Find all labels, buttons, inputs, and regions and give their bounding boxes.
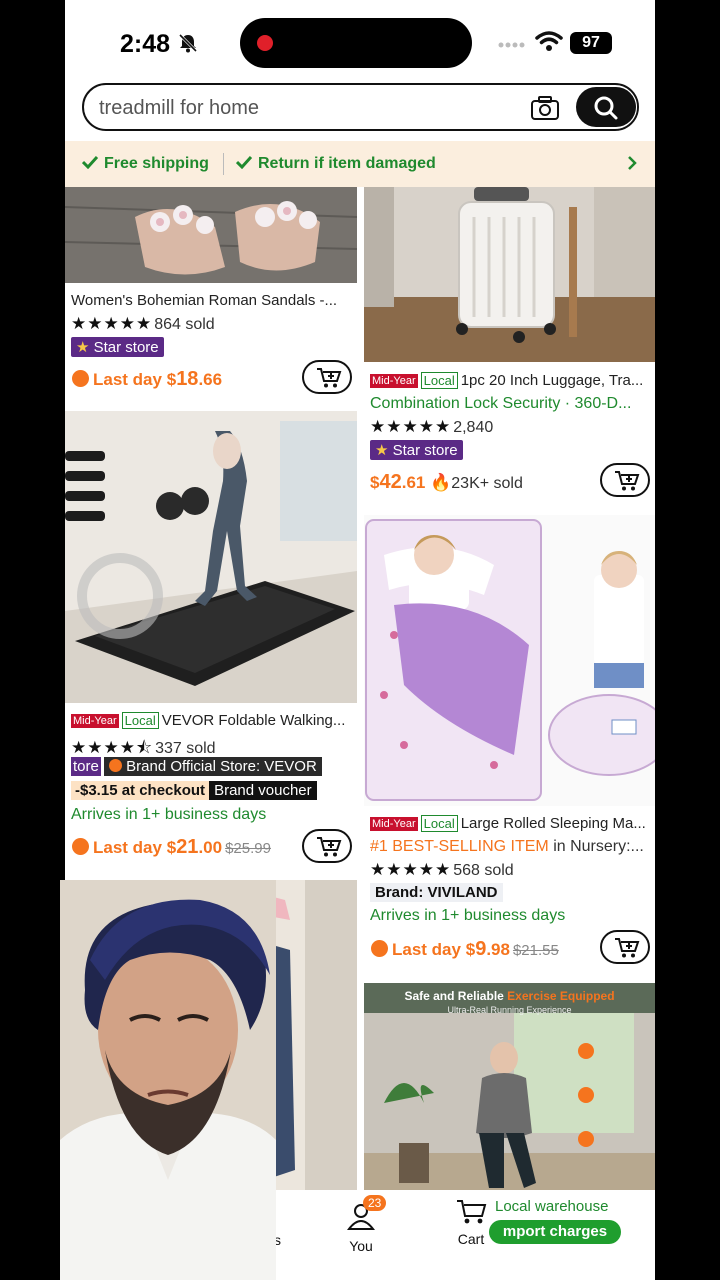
delivery-estimate: Arrives in 1+ business days — [370, 907, 566, 924]
treadmill-photo — [65, 411, 357, 703]
price-row: Last day $9.98 $21.55 — [371, 938, 559, 961]
product-image-luggage[interactable] — [364, 187, 655, 362]
brand-official-store-badge: Brand Official Store: VEVOR — [104, 757, 322, 776]
shipping-banner[interactable]: Free shipping Return if item damaged — [65, 141, 655, 187]
mid-year-tag: Mid-Year — [370, 374, 418, 388]
search-input[interactable]: treadmill for home — [99, 97, 259, 120]
price-row: Last day $21.00 $25.99 — [72, 836, 271, 859]
price-row: Last day $18.66 — [72, 368, 222, 391]
clock-icon — [72, 838, 89, 855]
status-bar: 2:48 97 — [65, 0, 655, 82]
cellular-signal-icon — [498, 42, 525, 48]
product-image-treadmill[interactable] — [65, 411, 357, 703]
recording-indicator — [257, 35, 273, 51]
product-title: Mid-Year Local VEVOR Foldable Walking... — [71, 712, 346, 729]
mid-year-tag: Mid-Year — [370, 817, 418, 831]
product-title: Mid-Year Local Large Rolled Sleeping Ma... — [370, 815, 646, 832]
star-store-badge: ★ Star store — [370, 440, 463, 460]
free-shipping-label: Free shipping — [82, 155, 209, 173]
promo-headline: Safe and Reliable Exercise Equipped — [404, 989, 615, 1003]
add-to-cart-button[interactable] — [302, 829, 352, 863]
search-icon — [594, 96, 618, 120]
product-image-sleeping-mat[interactable] — [364, 515, 655, 806]
star-store-badge: ★ Star store — [71, 337, 164, 357]
video-overlay-person — [60, 880, 276, 1280]
star-icon: ★ — [76, 339, 90, 356]
promo-subheadline: Ultra-Real Running Experience — [447, 1005, 572, 1015]
product-image-exercise[interactable]: Safe and Reliable Exercise Equipped Ultr… — [364, 983, 655, 1190]
bell-muted-icon — [178, 33, 198, 53]
banner-divider — [223, 153, 224, 175]
verified-icon — [109, 759, 122, 772]
chevron-right-icon[interactable] — [627, 155, 637, 171]
add-to-cart-button[interactable] — [302, 360, 352, 394]
search-bar[interactable]: treadmill for home — [82, 83, 639, 131]
flame-icon: 🔥 — [430, 473, 452, 492]
mid-year-tag: Mid-Year — [71, 714, 119, 728]
nav-you-tab[interactable]: 23 You — [333, 1195, 389, 1254]
add-cart-icon — [317, 368, 342, 388]
rating-stars: ★★★★★ 864 sold — [71, 314, 215, 333]
add-to-cart-button[interactable] — [600, 463, 650, 497]
battery-indicator: 97 — [570, 32, 612, 54]
local-tag: Local — [121, 712, 159, 729]
search-button[interactable] — [576, 87, 636, 127]
add-cart-icon — [615, 938, 640, 958]
product-image-sandals[interactable] — [65, 187, 357, 283]
local-tag: Local — [420, 815, 458, 832]
import-charges-pill[interactable]: mport charges — [489, 1220, 621, 1244]
star-icon: ★ — [375, 442, 389, 459]
rating-stars: ★★★★★ 2,840 — [370, 417, 494, 436]
wifi-icon — [535, 31, 563, 51]
clock-time: 2:48 — [120, 30, 171, 58]
delivery-estimate: Arrives in 1+ business days — [71, 806, 267, 823]
rating-stars: ★★★★★ 568 sold — [370, 860, 514, 879]
check-icon — [82, 155, 98, 169]
person-video-frame — [60, 880, 276, 1280]
product-title: Women's Bohemian Roman Sandals -... — [71, 292, 338, 309]
best-selling-label: #1 BEST-SELLING ITEM in Nursery:... — [370, 838, 644, 855]
clock-icon — [371, 940, 388, 957]
product-subtitle: Combination Lock Security · 360-D... — [370, 395, 632, 412]
coupon-row: -$3.15 at checkout Brand voucher — [71, 781, 317, 800]
local-tag: Local — [420, 372, 458, 389]
star-store-partial: tore — [71, 757, 101, 776]
sleeping-mat-photo — [364, 515, 655, 806]
notification-badge: 23 — [363, 1195, 387, 1211]
brand-badge: Brand: VIVILAND — [370, 883, 503, 902]
check-icon — [236, 155, 252, 169]
add-cart-icon — [317, 837, 342, 857]
return-policy-label: Return if item damaged — [236, 155, 436, 173]
cart-icon — [457, 1200, 487, 1224]
price-row: $42.61 🔥23K+ sold — [370, 471, 523, 493]
product-title: Mid-Year Local 1pc 20 Inch Luggage, Tra... — [370, 372, 644, 389]
dynamic-island — [240, 18, 472, 68]
luggage-photo — [364, 187, 655, 362]
sandals-photo — [65, 187, 357, 283]
clock-icon — [72, 370, 89, 387]
local-warehouse-label: Local warehouse — [495, 1198, 609, 1215]
add-cart-icon — [615, 471, 640, 491]
camera-search-icon[interactable] — [530, 95, 560, 121]
nav-cart-tab[interactable]: Cart — [453, 1198, 489, 1247]
add-to-cart-button[interactable] — [600, 930, 650, 964]
